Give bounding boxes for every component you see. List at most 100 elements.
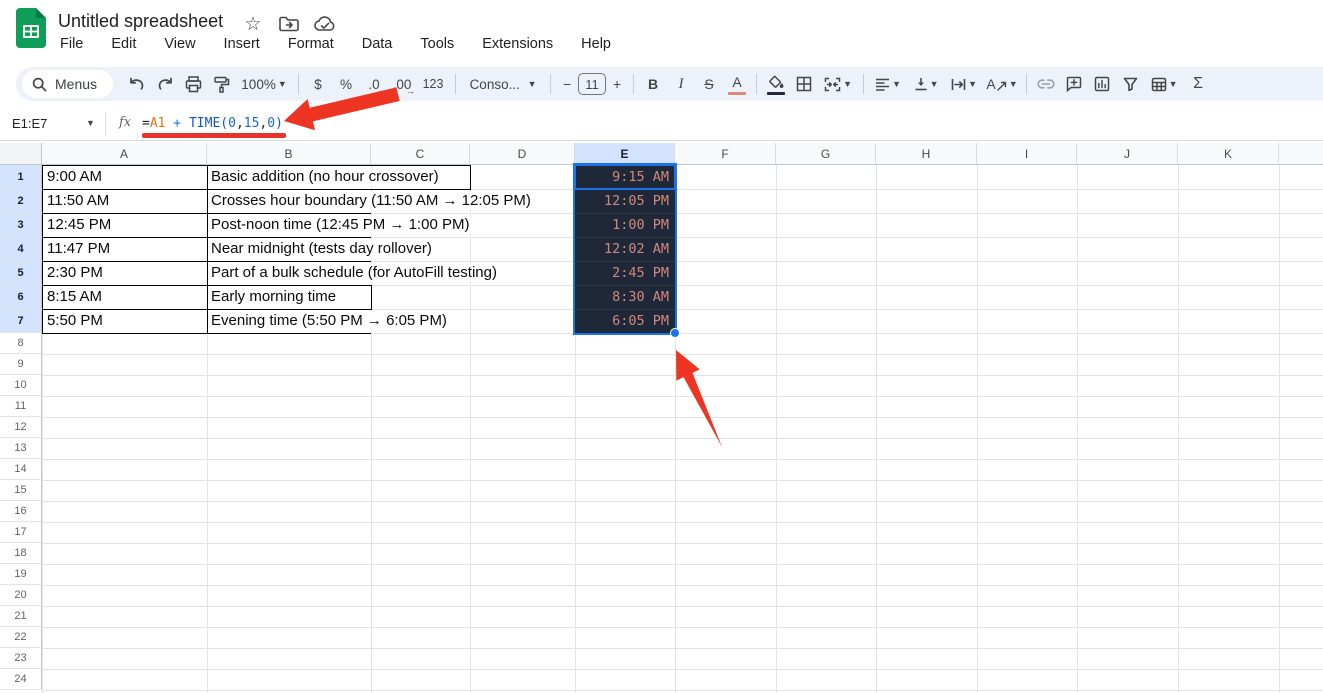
text-color-button[interactable]: A [723, 71, 751, 97]
column-header-K[interactable]: K [1178, 143, 1279, 165]
text-wrap-button[interactable]: ▼ [945, 71, 983, 97]
more-formats-button[interactable]: 123 [416, 71, 450, 97]
column-header-I[interactable]: I [977, 143, 1077, 165]
column-header-E[interactable]: E [575, 143, 675, 165]
row-header-16[interactable]: 16 [0, 501, 42, 522]
cell-A6[interactable]: 8:15 AM [47, 288, 102, 306]
row-header-22[interactable]: 22 [0, 627, 42, 648]
column-header-G[interactable]: G [776, 143, 876, 165]
font-size-input[interactable]: 11 [578, 73, 607, 95]
menu-format[interactable]: Format [286, 34, 336, 54]
menu-data[interactable]: Data [360, 34, 395, 54]
cell-B5[interactable]: Part of a bulk schedule (for AutoFill te… [211, 264, 500, 282]
cell-B3[interactable]: Post-noon time (12:45 PM → 1:00 PM) [211, 216, 473, 234]
menu-file[interactable]: File [58, 34, 85, 54]
star-icon[interactable]: ☆ [242, 13, 264, 35]
create-filter-button[interactable] [1116, 71, 1144, 97]
cell-A7[interactable]: 5:50 PM [47, 312, 103, 330]
row-header-9[interactable]: 9 [0, 354, 42, 375]
menu-view[interactable]: View [162, 34, 197, 54]
row-header-12[interactable]: 12 [0, 417, 42, 438]
spreadsheet-grid[interactable]: A B C D E F G H I J K 1 2 3 4 5 6 7 8 9 10 11 12 13 14 15 16 17 18 19… [0, 143, 1323, 693]
move-folder-icon[interactable] [278, 13, 300, 35]
row-header-10[interactable]: 10 [0, 375, 42, 396]
cell-B4[interactable]: Near midnight (tests day rollover) [211, 240, 435, 258]
functions-button[interactable]: Σ [1184, 71, 1212, 97]
formula-input[interactable]: =A1 + TIME(0,15,0) [142, 116, 283, 131]
menu-tools[interactable]: Tools [418, 34, 456, 54]
column-header-B[interactable]: B [207, 143, 371, 165]
sheets-logo-icon[interactable] [16, 8, 46, 48]
cell-B7[interactable]: Evening time (5:50 PM → 6:05 PM) [211, 312, 450, 330]
row-header-4[interactable]: 4 [0, 237, 42, 261]
borders-button[interactable] [790, 71, 818, 97]
insert-chart-button[interactable] [1088, 71, 1116, 97]
strikethrough-button[interactable]: S [695, 71, 723, 97]
cell-B1[interactable]: Basic addition (no hour crossover) [211, 168, 442, 186]
italic-button[interactable]: I [667, 71, 695, 97]
zoom-select[interactable]: 100% ▼ [235, 71, 293, 97]
format-percent-button[interactable]: % [332, 71, 360, 97]
undo-button[interactable] [123, 71, 151, 97]
menus-search[interactable]: Menus [22, 70, 114, 98]
menu-extensions[interactable]: Extensions [480, 34, 555, 54]
column-header-clipped[interactable] [1279, 143, 1323, 165]
text-rotation-button[interactable]: A ▼ [983, 71, 1021, 97]
cell-B6[interactable]: Early morning time [211, 288, 340, 306]
row-header-7[interactable]: 7 [0, 309, 42, 333]
document-title[interactable]: Untitled spreadsheet [58, 11, 223, 32]
row-header-1[interactable]: 1 [0, 165, 42, 189]
column-header-D[interactable]: D [470, 143, 575, 165]
row-header-20[interactable]: 20 [0, 585, 42, 606]
row-header-19[interactable]: 19 [0, 564, 42, 585]
select-all-corner[interactable] [0, 143, 42, 165]
name-box[interactable]: E1:E7 [12, 116, 47, 131]
cell-A3[interactable]: 12:45 PM [47, 216, 111, 234]
row-header-2[interactable]: 2 [0, 189, 42, 213]
row-header-18[interactable]: 18 [0, 543, 42, 564]
horizontal-align-button[interactable]: ▼ [869, 71, 907, 97]
cell-A1[interactable]: 9:00 AM [47, 168, 102, 186]
column-header-A[interactable]: A [42, 143, 207, 165]
vertical-align-button[interactable]: ▼ [907, 71, 945, 97]
cell-B2[interactable]: Crosses hour boundary (11:50 AM → 12:05 … [211, 192, 534, 210]
row-header-15[interactable]: 15 [0, 480, 42, 501]
row-header-17[interactable]: 17 [0, 522, 42, 543]
menu-edit[interactable]: Edit [109, 34, 138, 54]
row-header-24[interactable]: 24 [0, 669, 42, 690]
cell-A2[interactable]: 11:50 AM [47, 192, 109, 210]
row-header-11[interactable]: 11 [0, 396, 42, 417]
redo-button[interactable] [151, 71, 179, 97]
fill-handle[interactable] [670, 328, 680, 338]
increase-decimal-button[interactable]: .00 → [388, 71, 416, 97]
font-select[interactable]: Conso... ▼ [461, 71, 545, 97]
column-header-C[interactable]: C [371, 143, 470, 165]
column-header-J[interactable]: J [1077, 143, 1178, 165]
paint-format-button[interactable] [207, 71, 235, 97]
cloud-saved-icon[interactable] [314, 13, 336, 35]
insert-link-button[interactable] [1032, 71, 1060, 97]
row-header-14[interactable]: 14 [0, 459, 42, 480]
fill-color-button[interactable] [762, 71, 790, 97]
row-header-5[interactable]: 5 [0, 261, 42, 285]
row-header-3[interactable]: 3 [0, 213, 42, 237]
table-tools-button[interactable]: ▼ [1144, 71, 1184, 97]
decrease-decimal-button[interactable]: .0 ← [360, 71, 388, 97]
row-header-6[interactable]: 6 [0, 285, 42, 309]
bold-button[interactable]: B [639, 71, 667, 97]
menu-insert[interactable]: Insert [222, 34, 262, 54]
chevron-down-icon[interactable]: ▼ [86, 118, 95, 128]
menu-help[interactable]: Help [579, 34, 613, 54]
row-header-13[interactable]: 13 [0, 438, 42, 459]
increase-font-size-button[interactable]: + [606, 71, 628, 97]
format-currency-button[interactable]: $ [304, 71, 332, 97]
insert-comment-button[interactable] [1060, 71, 1088, 97]
column-header-F[interactable]: F [675, 143, 776, 165]
cell-A5[interactable]: 2:30 PM [47, 264, 103, 282]
decrease-font-size-button[interactable]: − [556, 71, 578, 97]
merge-cells-button[interactable]: ▼ [818, 71, 858, 97]
print-button[interactable] [179, 71, 207, 97]
row-header-21[interactable]: 21 [0, 606, 42, 627]
column-header-H[interactable]: H [876, 143, 977, 165]
row-header-23[interactable]: 23 [0, 648, 42, 669]
